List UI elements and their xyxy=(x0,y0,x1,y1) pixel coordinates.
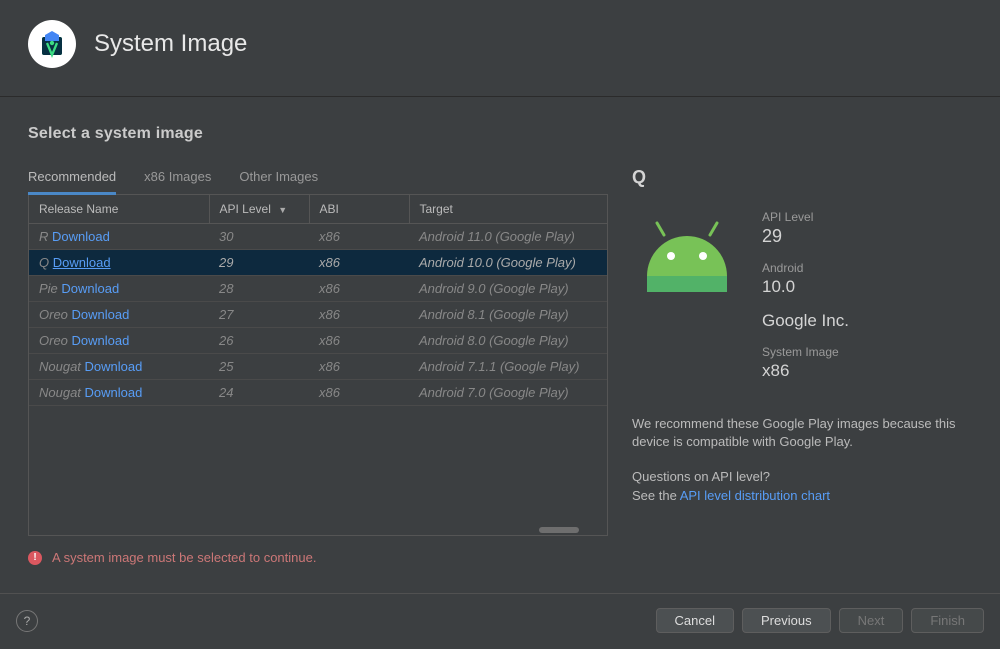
android-studio-icon xyxy=(28,20,76,68)
column-header-release[interactable]: Release Name xyxy=(29,195,209,224)
error-icon: ! xyxy=(28,551,42,565)
android-version-value: 10.0 xyxy=(762,277,972,297)
api-level-value: 29 xyxy=(762,226,972,247)
cancel-button[interactable]: Cancel xyxy=(656,608,734,633)
release-name: R xyxy=(39,229,52,244)
api-question-text: Questions on API level? xyxy=(632,469,972,484)
abi-cell: x86 xyxy=(309,354,409,380)
table-row[interactable]: Pie Download 28x86Android 9.0 (Google Pla… xyxy=(29,276,607,302)
api-chart-line: See the API level distribution chart xyxy=(632,488,972,503)
error-message: A system image must be selected to conti… xyxy=(52,550,316,565)
tab-recommended[interactable]: Recommended xyxy=(28,163,116,195)
api-level-cell: 24 xyxy=(209,380,309,406)
download-link[interactable]: Download xyxy=(72,333,130,348)
column-header-target[interactable]: Target xyxy=(409,195,607,224)
download-link[interactable]: Download xyxy=(53,255,111,270)
column-header-abi[interactable]: ABI xyxy=(309,195,409,224)
target-cell: Android 11.0 (Google Play) xyxy=(409,224,607,250)
help-button[interactable]: ? xyxy=(16,610,38,632)
dialog-header: System Image xyxy=(0,0,1000,97)
abi-cell: x86 xyxy=(309,224,409,250)
download-link[interactable]: Download xyxy=(72,307,130,322)
release-name: Nougat xyxy=(39,359,85,374)
table-row[interactable]: Q Download 29x86Android 10.0 (Google Play… xyxy=(29,250,607,276)
image-tabs: Recommended x86 Images Other Images xyxy=(28,163,608,195)
table-row[interactable]: R Download 30x86Android 11.0 (Google Play… xyxy=(29,224,607,250)
vendor-value: Google Inc. xyxy=(762,311,972,331)
system-image-label: System Image xyxy=(762,345,972,359)
abi-cell: x86 xyxy=(309,302,409,328)
tab-x86-images[interactable]: x86 Images xyxy=(144,163,211,195)
target-cell: Android 9.0 (Google Play) xyxy=(409,276,607,302)
target-cell: Android 10.0 (Google Play) xyxy=(409,250,607,276)
table-row[interactable]: Oreo Download 26x86Android 8.0 (Google Pl… xyxy=(29,328,607,354)
download-link[interactable]: Download xyxy=(85,385,143,400)
dialog-footer: ? Cancel Previous Next Finish xyxy=(0,593,1000,649)
target-cell: Android 8.1 (Google Play) xyxy=(409,302,607,328)
finish-button[interactable]: Finish xyxy=(911,608,984,633)
horizontal-scrollbar[interactable] xyxy=(539,527,579,533)
download-link[interactable]: Download xyxy=(85,359,143,374)
column-header-api[interactable]: API Level ▼ xyxy=(209,195,309,224)
android-label: Android xyxy=(762,261,972,275)
next-button[interactable]: Next xyxy=(839,608,904,633)
release-name: Oreo xyxy=(39,307,72,322)
system-image-table: Release Name API Level ▼ ABI Target R Do… xyxy=(28,195,608,536)
target-cell: Android 8.0 (Google Play) xyxy=(409,328,607,354)
table-row[interactable]: Nougat Download 25x86Android 7.1.1 (Googl… xyxy=(29,354,607,380)
api-level-cell: 28 xyxy=(209,276,309,302)
release-name: Oreo xyxy=(39,333,72,348)
previous-button[interactable]: Previous xyxy=(742,608,831,633)
api-level-cell: 25 xyxy=(209,354,309,380)
table-row[interactable]: Oreo Download 27x86Android 8.1 (Google Pl… xyxy=(29,302,607,328)
api-level-cell: 30 xyxy=(209,224,309,250)
download-link[interactable]: Download xyxy=(61,281,119,296)
api-level-label: API Level xyxy=(762,210,972,224)
api-level-cell: 29 xyxy=(209,250,309,276)
table-row[interactable]: Nougat Download 24x86Android 7.0 (Google … xyxy=(29,380,607,406)
release-name: Q xyxy=(39,255,53,270)
api-distribution-link[interactable]: API level distribution chart xyxy=(680,488,830,503)
abi-cell: x86 xyxy=(309,250,409,276)
system-image-value: x86 xyxy=(762,361,972,381)
tab-other-images[interactable]: Other Images xyxy=(239,163,318,195)
section-subtitle: Select a system image xyxy=(28,125,608,143)
abi-cell: x86 xyxy=(309,276,409,302)
recommendation-text: We recommend these Google Play images be… xyxy=(632,415,972,451)
android-robot-icon xyxy=(632,210,742,395)
target-cell: Android 7.1.1 (Google Play) xyxy=(409,354,607,380)
detail-panel: Q API Level 29 Android 10. xyxy=(632,125,972,536)
api-level-cell: 27 xyxy=(209,302,309,328)
detail-title: Q xyxy=(632,167,972,188)
abi-cell: x86 xyxy=(309,328,409,354)
sort-desc-icon: ▼ xyxy=(278,205,287,215)
column-header-api-label: API Level xyxy=(220,202,271,216)
download-link[interactable]: Download xyxy=(52,229,110,244)
dialog-title: System Image xyxy=(94,30,247,58)
target-cell: Android 7.0 (Google Play) xyxy=(409,380,607,406)
api-level-cell: 26 xyxy=(209,328,309,354)
release-name: Nougat xyxy=(39,385,85,400)
abi-cell: x86 xyxy=(309,380,409,406)
see-prefix: See the xyxy=(632,488,680,503)
error-banner: ! A system image must be selected to con… xyxy=(0,536,1000,565)
release-name: Pie xyxy=(39,281,61,296)
